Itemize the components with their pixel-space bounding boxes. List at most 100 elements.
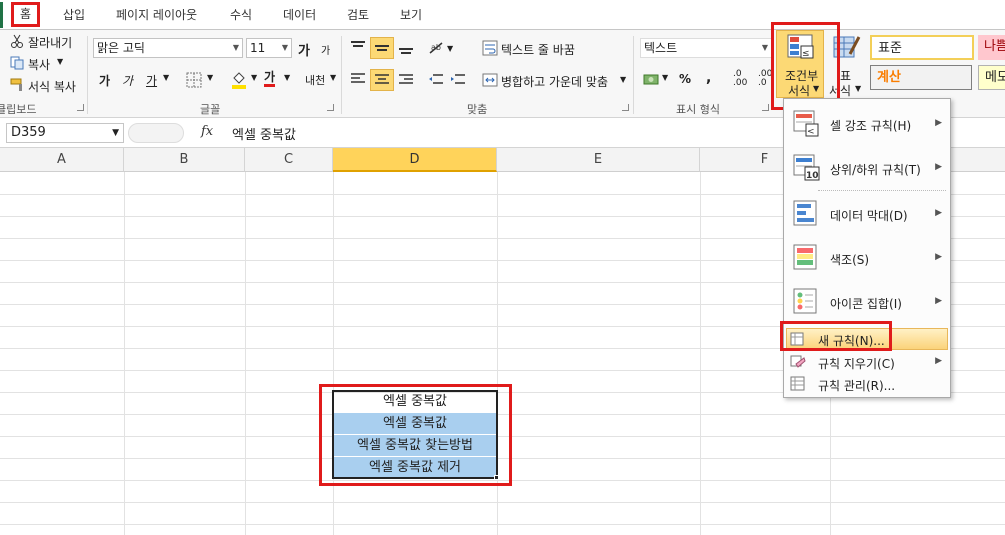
highlight-box-cells xyxy=(319,384,512,486)
scissors-icon xyxy=(11,34,23,48)
chevron-down-icon: ▼ xyxy=(112,128,119,138)
alignment-group-label: 맞춤 xyxy=(467,103,488,116)
color-scales-icon xyxy=(793,244,817,270)
column-header-e[interactable]: E xyxy=(497,148,700,172)
formula-bar-splitter[interactable] xyxy=(128,123,184,143)
top-bottom-rules-icon: 10 xyxy=(793,154,820,181)
chevron-right-icon: ▶ xyxy=(935,208,942,218)
tab-page-layout[interactable]: 페이지 레이아웃 xyxy=(116,6,197,23)
fill-color-icon[interactable] xyxy=(230,70,248,90)
ribbon-tab-bar: 홈 삽입 페이지 레이아웃 수식 데이터 검토 보기 xyxy=(0,0,1005,30)
menu-item-clear-rules[interactable]: 규칙 지우기(C) ▶ xyxy=(784,353,950,373)
copy-dropdown-icon[interactable]: ▼ xyxy=(57,57,63,66)
font-dialog-launcher[interactable] xyxy=(327,104,334,111)
bold-button[interactable]: 가 xyxy=(99,72,110,89)
italic-button[interactable]: 가 xyxy=(122,72,133,89)
name-box-value: D359 xyxy=(11,125,46,140)
tab-view[interactable]: 보기 xyxy=(400,6,422,23)
currency-icon[interactable] xyxy=(643,71,661,87)
chevron-down-icon[interactable]: ▼ xyxy=(855,84,861,93)
alignment-dialog-launcher[interactable] xyxy=(622,104,629,111)
orientation-icon[interactable]: ab xyxy=(428,40,446,56)
chevron-down-icon[interactable]: ▼ xyxy=(251,73,257,82)
align-bottom-icon[interactable] xyxy=(398,42,414,56)
border-icon[interactable] xyxy=(186,72,202,88)
align-top-icon[interactable] xyxy=(350,40,366,54)
chevron-down-icon[interactable]: ▼ xyxy=(207,73,213,82)
shrink-font-button[interactable]: 가 xyxy=(321,42,330,57)
conditional-formatting-menu: < 셀 강조 규칙(H) ▶ 10 상위/하위 규칙(T) ▶ 데이터 막대(D… xyxy=(783,98,951,398)
cut-button[interactable]: 잘라내기 xyxy=(28,34,72,51)
chevron-down-icon[interactable]: ▼ xyxy=(620,75,626,84)
chevron-down-icon[interactable]: ▼ xyxy=(330,73,336,82)
comma-button[interactable]: , xyxy=(706,70,711,86)
increase-indent-icon[interactable] xyxy=(450,73,466,87)
phonetic-button[interactable]: 내천 xyxy=(305,72,325,88)
menu-item-data-bars[interactable]: 데이터 막대(D) ▶ xyxy=(784,199,950,229)
style-note[interactable]: 메모 xyxy=(978,65,1005,90)
chevron-down-icon[interactable]: ▼ xyxy=(163,73,169,82)
formula-input[interactable]: 엑셀 중복값 xyxy=(232,124,296,143)
icon-sets-icon xyxy=(793,288,817,314)
decrease-indent-icon[interactable] xyxy=(428,73,444,87)
column-gridline xyxy=(245,172,246,535)
style-calculation[interactable]: 계산 xyxy=(870,65,972,90)
tab-data[interactable]: 데이터 xyxy=(283,6,316,23)
increase-decimal-button[interactable]: .0 .00 xyxy=(733,70,755,88)
menu-item-label: 셀 강조 규칙(H) xyxy=(830,119,912,133)
tab-review[interactable]: 검토 xyxy=(347,6,369,23)
font-color-button[interactable]: 가 xyxy=(264,70,276,87)
merge-center-button[interactable]: 병합하고 가운데 맞춤 xyxy=(501,73,608,90)
number-dialog-launcher[interactable] xyxy=(762,104,769,111)
align-right-icon[interactable] xyxy=(398,73,414,87)
font-size-dropdown[interactable]: 11 ▼ xyxy=(246,38,292,58)
column-header-b[interactable]: B xyxy=(124,148,245,172)
menu-separator xyxy=(818,190,946,191)
highlight-box-new-rule xyxy=(780,321,892,351)
copy-button[interactable]: 복사 xyxy=(28,56,50,73)
font-size-value: 11 xyxy=(250,41,266,55)
number-format-value: 텍스트 xyxy=(644,41,678,55)
wrap-text-icon xyxy=(482,40,498,56)
chevron-down-icon[interactable]: ▼ xyxy=(662,73,668,82)
group-divider xyxy=(633,36,634,114)
font-name-dropdown[interactable]: 맑은 고딕 ▼ xyxy=(93,38,243,58)
tab-formulas[interactable]: 수식 xyxy=(230,6,252,23)
column-header-c[interactable]: C xyxy=(245,148,333,172)
chevron-down-icon[interactable]: ▼ xyxy=(447,44,453,53)
clipboard-dialog-launcher[interactable] xyxy=(77,104,84,111)
insert-function-button[interactable]: fx xyxy=(201,124,213,139)
chevron-down-icon: ▼ xyxy=(281,43,288,52)
chevron-right-icon: ▶ xyxy=(935,356,942,366)
underline-button[interactable]: 가 xyxy=(146,72,157,89)
menu-item-color-scales[interactable]: 색조(S) ▶ xyxy=(784,243,950,273)
highlight-cells-rules-icon: < xyxy=(793,110,819,137)
copy-icon xyxy=(10,56,24,70)
chevron-right-icon: ▶ xyxy=(935,162,942,172)
chevron-down-icon[interactable]: ▼ xyxy=(284,73,290,82)
column-gridline xyxy=(700,172,701,535)
menu-item-highlight-cells-rules[interactable]: < 셀 강조 규칙(H) ▶ xyxy=(784,109,950,139)
tab-home[interactable]: 홈 xyxy=(11,2,41,27)
column-header-a[interactable]: A xyxy=(0,148,124,172)
menu-item-top-bottom-rules[interactable]: 10 상위/하위 규칙(T) ▶ xyxy=(784,153,950,183)
wrap-text-button[interactable]: 텍스트 줄 바꿈 xyxy=(501,41,575,58)
align-left-icon[interactable] xyxy=(350,72,366,86)
grow-font-button[interactable]: 가 xyxy=(298,40,310,59)
style-bad[interactable]: 나쁨 xyxy=(978,35,1005,60)
chevron-right-icon: ▶ xyxy=(935,252,942,262)
chevron-down-icon: ▼ xyxy=(232,43,239,52)
number-group-label: 표시 형식 xyxy=(676,103,720,116)
format-painter-button[interactable]: 서식 복사 xyxy=(28,78,76,95)
percent-button[interactable]: % xyxy=(679,72,691,86)
tab-insert[interactable]: 삽입 xyxy=(63,6,85,23)
font-name-value: 맑은 고딕 xyxy=(97,41,145,55)
name-box[interactable]: D359 ▼ xyxy=(6,123,124,143)
column-header-d[interactable]: D xyxy=(333,148,497,172)
style-normal[interactable]: 표준 xyxy=(870,35,974,60)
menu-item-icon-sets[interactable]: 아이콘 집합(I) ▶ xyxy=(784,287,950,317)
menu-item-manage-rules[interactable]: 규칙 관리(R)... xyxy=(784,375,950,395)
file-tab-edge[interactable] xyxy=(0,2,3,28)
number-format-dropdown[interactable]: 텍스트 ▼ xyxy=(640,38,772,58)
data-bars-icon xyxy=(793,200,817,226)
